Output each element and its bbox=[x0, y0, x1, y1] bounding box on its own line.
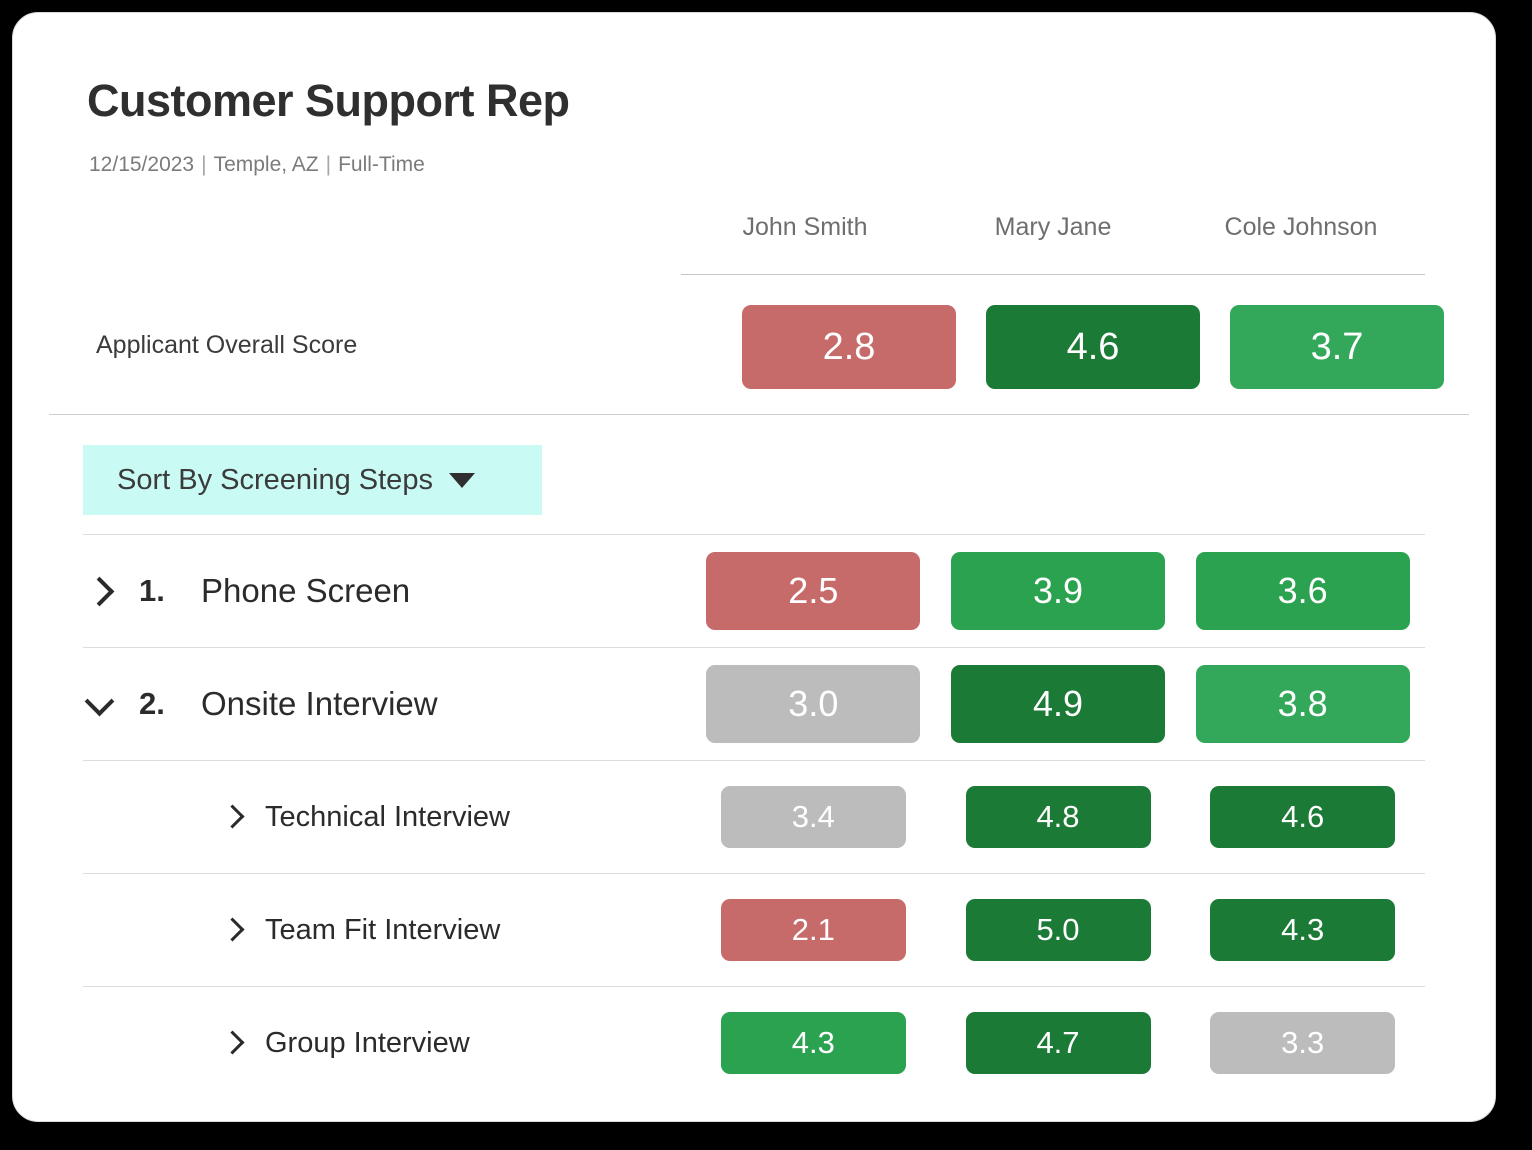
score-chip: 3.3 bbox=[1210, 1012, 1396, 1074]
page-title: Customer Support Rep bbox=[87, 75, 570, 126]
overall-score-chips: 2.8 4.6 3.7 bbox=[727, 305, 1459, 389]
score-cell: 2.8 bbox=[727, 305, 971, 389]
score-cell: 4.6 bbox=[971, 305, 1215, 389]
chevron-right-icon[interactable] bbox=[219, 1028, 249, 1058]
substep-label-group: Technical Interview bbox=[83, 801, 691, 834]
section-divider bbox=[49, 414, 1469, 415]
score-chip: 2.1 bbox=[720, 899, 906, 961]
step-name: Phone Screen bbox=[201, 572, 411, 609]
step-name: Onsite Interview bbox=[201, 685, 438, 722]
score-cell: 4.8 bbox=[936, 786, 1181, 848]
chevron-right-icon[interactable] bbox=[219, 802, 249, 832]
job-employment-type: Full-Time bbox=[338, 153, 425, 176]
step-score-chips: 3.0 4.9 3.8 bbox=[691, 665, 1425, 743]
score-cell: 3.7 bbox=[1215, 305, 1459, 389]
score-chip: 4.8 bbox=[965, 786, 1151, 848]
score-chip: 3.9 bbox=[951, 552, 1165, 630]
score-chip: 4.6 bbox=[986, 305, 1200, 389]
candidate-name: Cole Johnson bbox=[1224, 213, 1378, 241]
job-date: 12/15/2023 bbox=[89, 153, 195, 176]
meta-separator-1: | bbox=[201, 153, 207, 176]
score-cell: 4.3 bbox=[691, 1012, 936, 1074]
candidate-name: Mary Jane bbox=[994, 213, 1112, 241]
job-meta: 12/15/2023 | Temple, AZ | Full-Time bbox=[89, 153, 425, 177]
screening-substep-row[interactable]: Technical Interview 3.4 4.8 4.6 bbox=[83, 760, 1425, 873]
score-chip: 2.5 bbox=[706, 552, 921, 630]
candidate-header-row: John Smith Mary Jane Cole Johnson bbox=[681, 203, 1425, 275]
score-cell: 3.6 bbox=[1180, 552, 1425, 630]
candidate-name: John Smith bbox=[742, 213, 868, 241]
step-number: 1. bbox=[139, 573, 165, 608]
chevron-right-icon[interactable] bbox=[219, 915, 249, 945]
sort-by-screening-steps-dropdown[interactable]: Sort By Screening Steps bbox=[83, 445, 542, 515]
score-cell: 5.0 bbox=[936, 899, 1181, 961]
step-label-group: 2. Onsite Interview bbox=[83, 685, 691, 723]
score-chip: 4.9 bbox=[951, 665, 1165, 743]
screening-substep-row[interactable]: Group Interview 4.3 4.7 3.3 bbox=[83, 986, 1425, 1099]
screening-step-row[interactable]: 2. Onsite Interview 3.0 4.9 3.8 bbox=[83, 647, 1425, 760]
score-chip: 4.6 bbox=[1210, 786, 1396, 848]
score-cell: 4.3 bbox=[1180, 899, 1425, 961]
screening-steps-list: 1. Phone Screen 2.5 3.9 3.6 2. Onsite In… bbox=[83, 534, 1425, 1099]
score-chip: 4.7 bbox=[965, 1012, 1151, 1074]
score-cell: 3.9 bbox=[936, 552, 1181, 630]
screening-substep-row[interactable]: Team Fit Interview 2.1 5.0 4.3 bbox=[83, 873, 1425, 986]
step-score-chips: 2.5 3.9 3.6 bbox=[691, 552, 1425, 630]
chevron-right-icon[interactable] bbox=[83, 574, 117, 608]
score-chip: 4.3 bbox=[1210, 899, 1396, 961]
chevron-down-icon[interactable] bbox=[83, 687, 117, 721]
substep-label-group: Group Interview bbox=[83, 1027, 691, 1060]
score-cell: 3.0 bbox=[691, 665, 936, 743]
scorecard-panel: Customer Support Rep 12/15/2023 | Temple, … bbox=[12, 12, 1496, 1122]
score-chip: 3.0 bbox=[706, 665, 921, 743]
sort-dropdown-label: Sort By Screening Steps bbox=[117, 463, 433, 496]
substep-score-chips: 3.4 4.8 4.6 bbox=[691, 786, 1425, 848]
score-cell: 2.1 bbox=[691, 899, 936, 961]
step-label-group: 1. Phone Screen bbox=[83, 572, 691, 610]
score-chip: 2.8 bbox=[742, 305, 956, 389]
substep-label-group: Team Fit Interview bbox=[83, 914, 691, 947]
screening-step-row[interactable]: 1. Phone Screen 2.5 3.9 3.6 bbox=[83, 534, 1425, 647]
score-cell: 3.3 bbox=[1180, 1012, 1425, 1074]
score-chip: 3.6 bbox=[1195, 552, 1410, 630]
substep-score-chips: 4.3 4.7 3.3 bbox=[691, 1012, 1425, 1074]
score-chip: 3.8 bbox=[1195, 665, 1410, 743]
score-chip: 3.4 bbox=[720, 786, 906, 848]
substep-name: Team Fit Interview bbox=[265, 913, 501, 946]
score-cell: 4.6 bbox=[1180, 786, 1425, 848]
chevron-down-icon bbox=[448, 472, 475, 488]
substep-name: Group Interview bbox=[265, 1026, 470, 1059]
job-location: Temple, AZ bbox=[213, 153, 319, 176]
applicant-overall-score-label: Applicant Overall Score bbox=[96, 331, 358, 359]
meta-separator-2: | bbox=[325, 153, 332, 176]
applicant-overall-score-row: Applicant Overall Score 2.8 4.6 3.7 bbox=[49, 297, 1469, 401]
score-chip: 3.7 bbox=[1230, 305, 1444, 389]
score-cell: 3.8 bbox=[1180, 665, 1425, 743]
score-chip: 4.3 bbox=[720, 1012, 906, 1074]
score-cell: 3.4 bbox=[691, 786, 936, 848]
score-chip: 5.0 bbox=[965, 899, 1151, 961]
score-cell: 4.9 bbox=[936, 665, 1181, 743]
step-number: 2. bbox=[139, 686, 165, 721]
substep-name: Technical Interview bbox=[265, 800, 510, 833]
score-cell: 4.7 bbox=[936, 1012, 1181, 1074]
substep-score-chips: 2.1 5.0 4.3 bbox=[691, 899, 1425, 961]
score-cell: 2.5 bbox=[691, 552, 936, 630]
